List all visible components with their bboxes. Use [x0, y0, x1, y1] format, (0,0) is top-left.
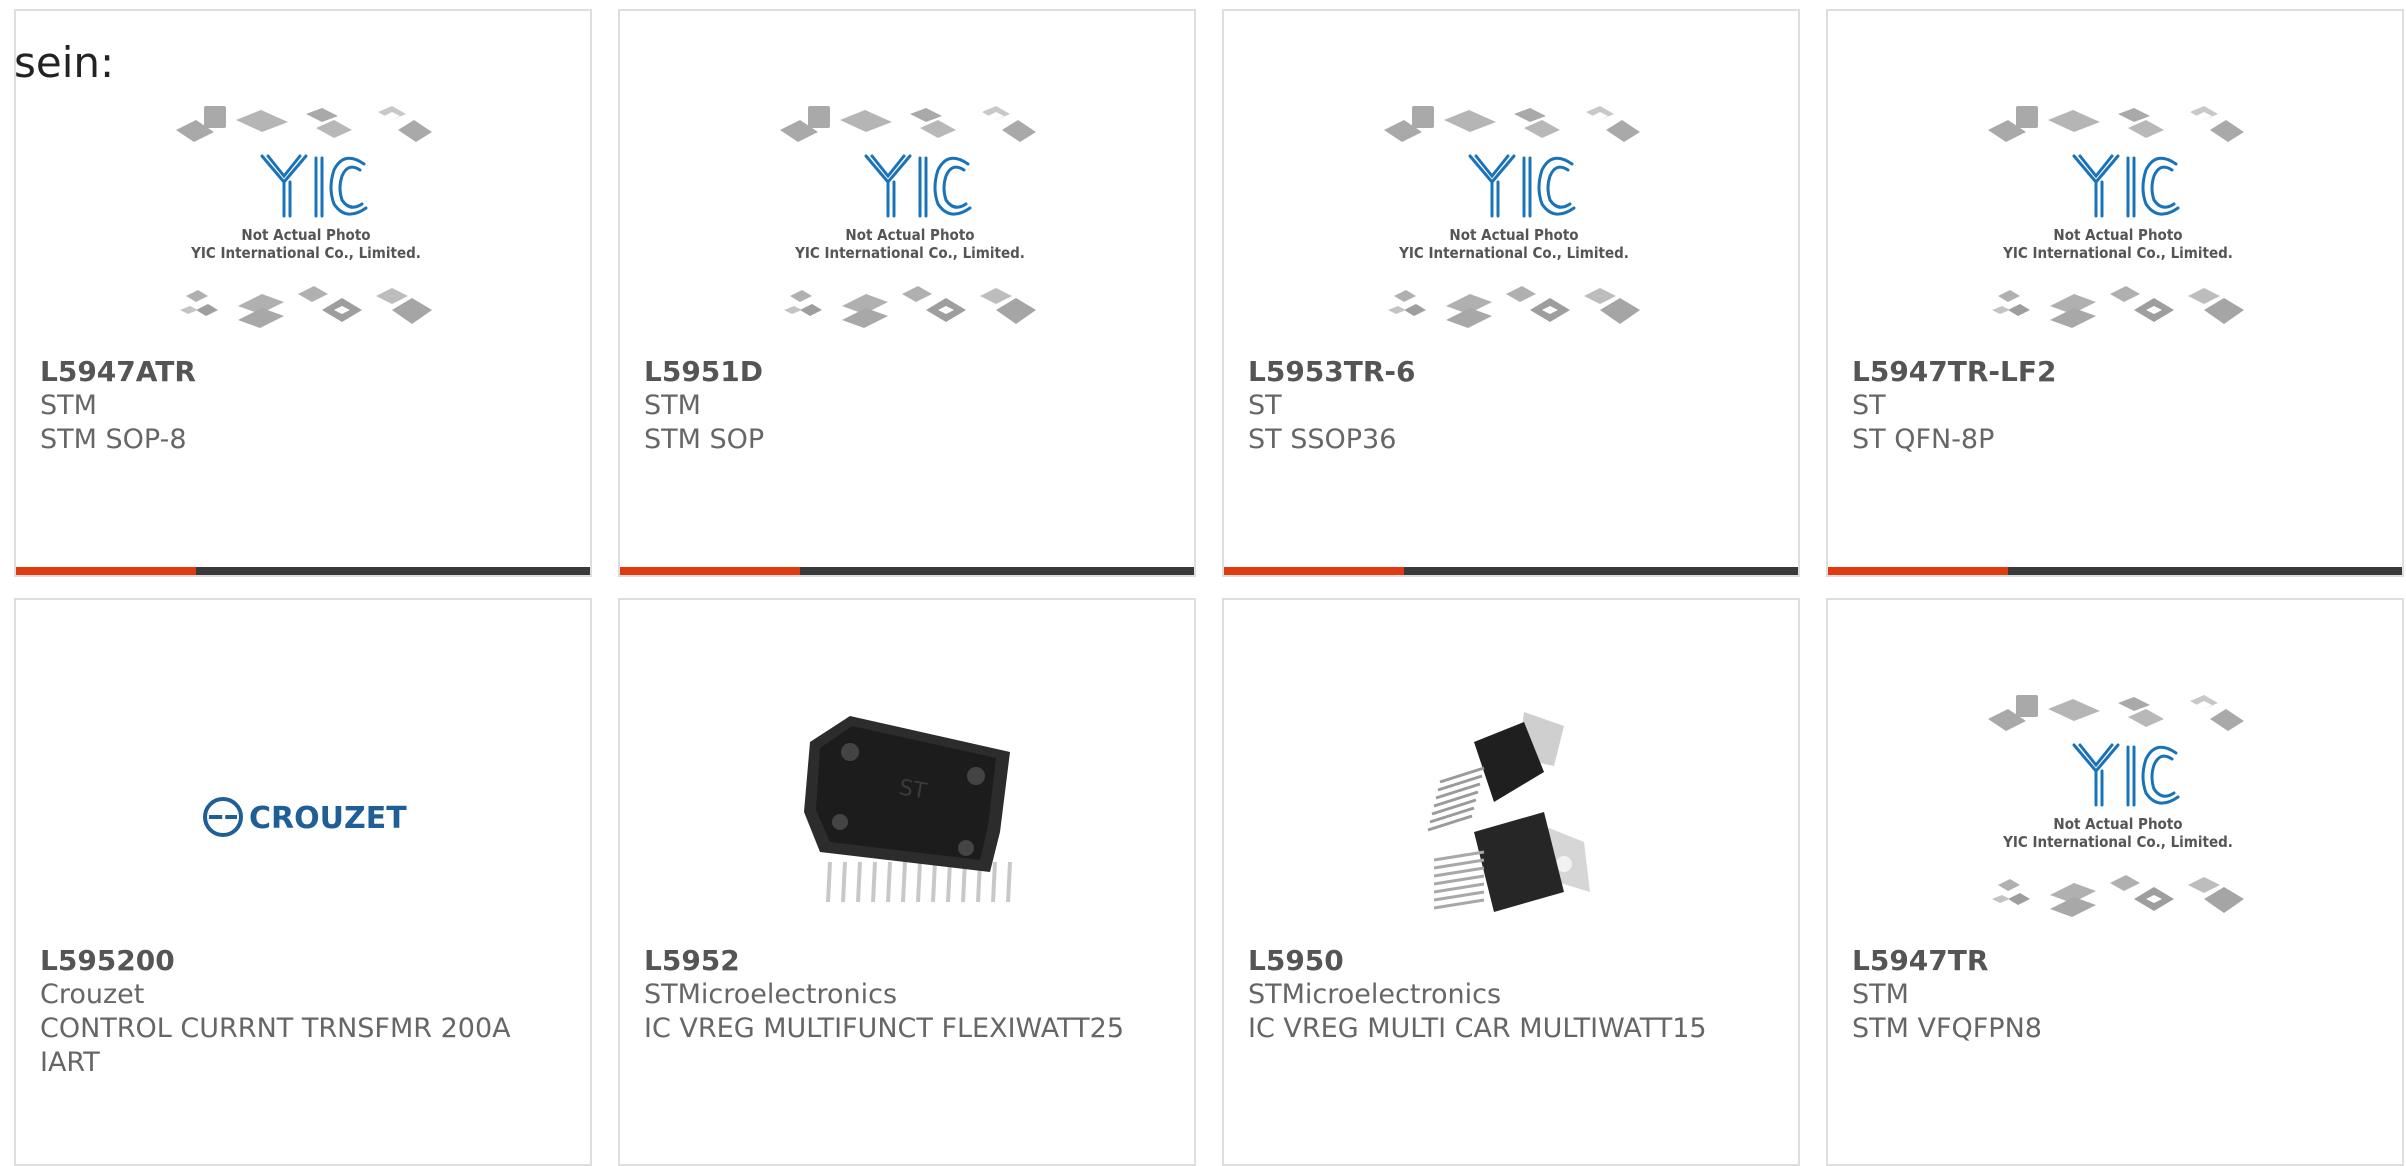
svg-text:ST: ST	[897, 775, 929, 804]
card-bottom-bar	[1224, 567, 1798, 575]
part-number[interactable]: L595200	[40, 944, 570, 978]
product-image[interactable]: Not Actual Photo YIC International Co., …	[1978, 93, 2258, 363]
description: CONTROL CURRNT TRNSFMR 200A IART	[40, 1013, 511, 1078]
product-card[interactable]: Not Actual Photo YIC International Co., …	[618, 9, 1196, 577]
part-number[interactable]: L5947TR	[1852, 944, 2382, 978]
card-accent-bar	[16, 567, 196, 575]
product-image[interactable]: Not Actual Photo YIC International Co., …	[1374, 93, 1654, 363]
manufacturer: ST	[1248, 390, 1282, 421]
product-card[interactable]: Not Actual Photo YIC International Co., …	[1826, 9, 2404, 577]
part-number[interactable]: L5950	[1248, 944, 1778, 978]
not-actual-photo-label: Not Actual Photo	[2053, 815, 2182, 833]
product-card[interactable]: CROUZET L595200 Crouzet CONTROL CURRNT TRN…	[14, 598, 592, 1166]
product-image[interactable]	[1374, 682, 1654, 952]
product-info: L5950 STMicroelectronics IC VREG MULTI CAR…	[1248, 944, 1778, 1046]
yic-placeholder-image: Not Actual Photo YIC International Co., …	[1384, 106, 1640, 328]
product-card[interactable]: L5950 STMicroelectronics IC VREG MULTI CAR…	[1222, 598, 1800, 1166]
product-image[interactable]: ST	[770, 682, 1050, 952]
manufacturer: STMicroelectronics	[1248, 979, 1502, 1010]
product-card[interactable]: Not Actual Photo YIC International Co., …	[1222, 9, 1800, 577]
yic-company-label: YIC International Co., Limited.	[2002, 244, 2233, 262]
description: STM SOP	[644, 424, 765, 455]
not-actual-photo-label: Not Actual Photo	[845, 226, 974, 244]
yic-company-label: YIC International Co., Limited.	[2002, 833, 2233, 851]
intro-text: sein:	[14, 38, 115, 87]
manufacturer: STM	[40, 390, 97, 421]
product-image[interactable]: Not Actual Photo YIC International Co., …	[1978, 682, 2258, 952]
description: IC VREG MULTIFUNCT FLEXIWATT25	[644, 1013, 1125, 1044]
product-image[interactable]: Not Actual Photo YIC International Co., …	[770, 93, 1050, 363]
card-bottom-bar	[16, 567, 590, 575]
manufacturer: STM	[644, 390, 701, 421]
product-info: L5953TR-6 ST ST SSOP36	[1248, 355, 1778, 457]
description: IC VREG MULTI CAR MULTIWATT15	[1248, 1013, 1707, 1044]
product-image[interactable]: CROUZET	[166, 682, 446, 952]
description: STM SOP-8	[40, 424, 187, 455]
yic-placeholder-image: Not Actual Photo YIC International Co., …	[1988, 695, 2244, 917]
card-accent-bar	[1828, 567, 2008, 575]
crouzet-logo: CROUZET	[203, 797, 407, 837]
product-info: L5947TR-LF2 ST ST QFN-8P	[1852, 355, 2382, 457]
product-info: L5947TR STM STM VFQFPN8	[1852, 944, 2382, 1046]
card-accent-bar	[620, 567, 800, 575]
flexiwatt-chip-image: ST	[804, 716, 1012, 903]
not-actual-photo-label: Not Actual Photo	[241, 226, 370, 244]
yic-company-label: YIC International Co., Limited.	[794, 244, 1025, 262]
manufacturer: Crouzet	[40, 979, 145, 1010]
not-actual-photo-label: Not Actual Photo	[1449, 226, 1578, 244]
product-info: L5947ATR STM STM SOP-8	[40, 355, 570, 457]
multiwatt-chip-image	[1427, 712, 1590, 912]
description: ST SSOP36	[1248, 424, 1397, 455]
product-card[interactable]: Not Actual Photo YIC International Co., …	[14, 9, 592, 577]
yic-company-label: YIC International Co., Limited.	[190, 244, 421, 262]
yic-company-label: YIC International Co., Limited.	[1398, 244, 1629, 262]
product-image[interactable]: Not Actual Photo YIC International Co., …	[166, 93, 446, 363]
product-card[interactable]: ST L5952 STMicroelectronics IC VREG MULTIF…	[618, 598, 1196, 1166]
description: STM VFQFPN8	[1852, 1013, 2042, 1044]
product-card[interactable]: Not Actual Photo YIC International Co., …	[1826, 598, 2404, 1166]
product-info: L595200 Crouzet CONTROL CURRNT TRNSFMR 200…	[40, 944, 570, 1080]
manufacturer: STMicroelectronics	[644, 979, 898, 1010]
yic-placeholder-image: Not Actual Photo YIC International Co., …	[176, 106, 432, 328]
part-number[interactable]: L5953TR-6	[1248, 355, 1778, 389]
not-actual-photo-label: Not Actual Photo	[2053, 226, 2182, 244]
description: ST QFN-8P	[1852, 424, 1995, 455]
card-bottom-bar	[1828, 567, 2402, 575]
crouzet-logo-text: CROUZET	[249, 801, 407, 836]
part-number[interactable]: L5947TR-LF2	[1852, 355, 2382, 389]
card-accent-bar	[1224, 567, 1404, 575]
part-number[interactable]: L5947ATR	[40, 355, 570, 389]
manufacturer: STM	[1852, 979, 1909, 1010]
product-info: L5952 STMicroelectronics IC VREG MULTIFUNC…	[644, 944, 1174, 1046]
card-bottom-bar	[620, 567, 1194, 575]
manufacturer: ST	[1852, 390, 1886, 421]
part-number[interactable]: L5952	[644, 944, 1174, 978]
yic-placeholder-image: Not Actual Photo YIC International Co., …	[1988, 106, 2244, 328]
product-info: L5951D STM STM SOP	[644, 355, 1174, 457]
yic-placeholder-image: Not Actual Photo YIC International Co., …	[780, 106, 1036, 328]
part-number[interactable]: L5951D	[644, 355, 1174, 389]
